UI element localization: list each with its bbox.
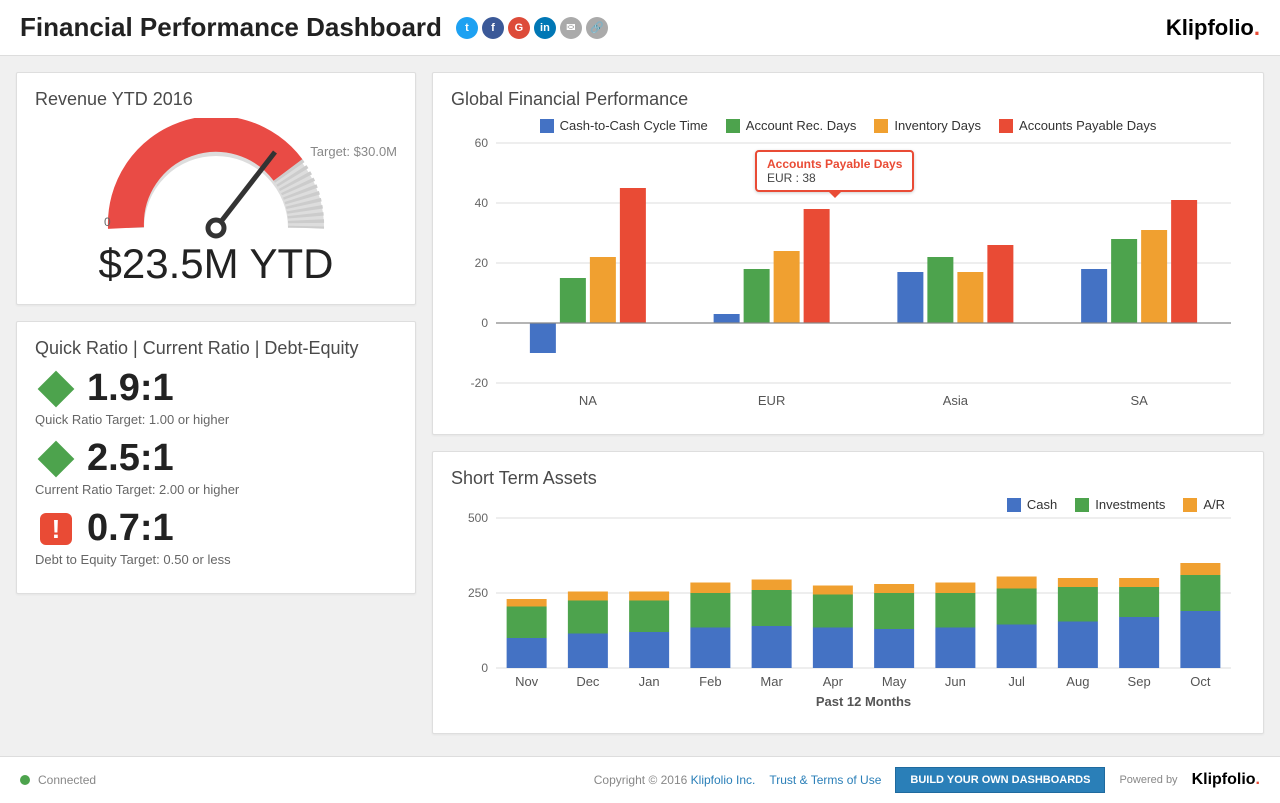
- svg-text:EUR: EUR: [758, 393, 785, 408]
- legend-item[interactable]: Cash: [1007, 497, 1057, 512]
- card-title: Quick Ratio | Current Ratio | Debt-Equit…: [35, 338, 397, 359]
- sta-card: Short Term Assets Cash Investments A/R 0 25…: [432, 451, 1264, 734]
- svg-text:20: 20: [475, 256, 489, 270]
- quick-ratio-note: Quick Ratio Target: 1.00 or higher: [35, 412, 397, 427]
- email-icon[interactable]: ✉: [560, 17, 582, 39]
- debt-equity-note: Debt to Equity Target: 0.50 or less: [35, 552, 397, 567]
- debt-equity-value: 0.7:1: [87, 507, 174, 550]
- alert-icon: !: [35, 508, 77, 550]
- legend-item[interactable]: Cash-to-Cash Cycle Time: [540, 118, 708, 133]
- link-icon[interactable]: 🔗: [586, 17, 608, 39]
- linkedin-icon[interactable]: in: [534, 17, 556, 39]
- facebook-icon[interactable]: f: [482, 17, 504, 39]
- gauge-target: Target: $30.0M: [310, 144, 397, 159]
- svg-text:SA: SA: [1130, 393, 1148, 408]
- sta-chart[interactable]: 0 250 500 Nov Dec Jan Feb Mar Apr May Jun Jul Aug Sep…: [451, 512, 1241, 712]
- svg-text:May: May: [882, 674, 907, 689]
- ratios-card: Quick Ratio | Current Ratio | Debt-Equit…: [16, 321, 416, 594]
- header: Financial Performance Dashboard t f G in…: [0, 0, 1280, 56]
- connection-status: Connected: [38, 773, 96, 787]
- diamond-icon: [35, 368, 77, 410]
- card-title: Short Term Assets: [451, 468, 1245, 489]
- svg-text:60: 60: [475, 136, 489, 150]
- current-ratio-value: 2.5:1: [87, 437, 174, 480]
- svg-text:Aug: Aug: [1066, 674, 1089, 689]
- svg-text:-20: -20: [471, 376, 489, 390]
- revenue-gauge: 0: [66, 118, 366, 248]
- revenue-card: Revenue YTD 2016 0 Target: $30.0M $23.5M…: [16, 72, 416, 305]
- svg-text:40: 40: [475, 196, 489, 210]
- debt-equity-row: ! 0.7:1: [35, 507, 397, 550]
- svg-text:250: 250: [468, 586, 488, 600]
- powered-by-text: Powered by: [1119, 774, 1177, 786]
- svg-text:Apr: Apr: [823, 674, 844, 689]
- svg-text:500: 500: [468, 512, 488, 525]
- copyright-text: Copyright © 2016 Klipfolio Inc.: [594, 773, 756, 787]
- svg-text:Sep: Sep: [1128, 674, 1151, 689]
- build-dashboards-button[interactable]: BUILD YOUR OWN DASHBOARDS: [895, 767, 1105, 793]
- current-ratio-row: 2.5:1: [35, 437, 397, 480]
- svg-text:0: 0: [481, 316, 488, 330]
- quick-ratio-value: 1.9:1: [87, 367, 174, 410]
- svg-text:Oct: Oct: [1190, 674, 1211, 689]
- gauge-zero: 0: [104, 215, 111, 229]
- twitter-icon[interactable]: t: [456, 17, 478, 39]
- legend-item[interactable]: Accounts Payable Days: [999, 118, 1156, 133]
- svg-text:!: !: [52, 514, 61, 544]
- legend-item[interactable]: Investments: [1075, 497, 1165, 512]
- sta-legend: Cash Investments A/R: [451, 497, 1245, 512]
- svg-text:Dec: Dec: [576, 674, 600, 689]
- card-title: Revenue YTD 2016: [35, 89, 397, 110]
- legend-item[interactable]: Inventory Days: [874, 118, 981, 133]
- current-ratio-note: Current Ratio Target: 2.00 or higher: [35, 482, 397, 497]
- svg-text:Asia: Asia: [943, 393, 969, 408]
- brand-logo: Klipfolio.: [1166, 15, 1260, 41]
- quick-ratio-row: 1.9:1: [35, 367, 397, 410]
- card-title: Global Financial Performance: [451, 89, 1245, 110]
- svg-text:Nov: Nov: [515, 674, 539, 689]
- footer-logo: Klipfolio.: [1192, 771, 1260, 789]
- gfp-chart[interactable]: -20 0 20 40 60 NA EUR Asia SA: [451, 133, 1241, 413]
- svg-text:Mar: Mar: [760, 674, 783, 689]
- legend-item[interactable]: Account Rec. Days: [726, 118, 857, 133]
- diamond-icon: [35, 438, 77, 480]
- legend-item[interactable]: A/R: [1183, 497, 1225, 512]
- googleplus-icon[interactable]: G: [508, 17, 530, 39]
- svg-text:Past 12 Months: Past 12 Months: [816, 694, 911, 709]
- status-dot-icon: [20, 775, 30, 785]
- svg-text:0: 0: [481, 661, 488, 675]
- svg-text:Jun: Jun: [945, 674, 966, 689]
- footer: Connected Copyright © 2016 Klipfolio Inc…: [0, 756, 1280, 803]
- terms-link[interactable]: Trust & Terms of Use: [769, 773, 881, 787]
- svg-text:Jul: Jul: [1008, 674, 1025, 689]
- klipfolio-link[interactable]: Klipfolio Inc.: [691, 773, 756, 787]
- svg-text:Feb: Feb: [699, 674, 721, 689]
- svg-text:Jan: Jan: [639, 674, 660, 689]
- svg-text:NA: NA: [579, 393, 597, 408]
- gfp-card: Global Financial Performance Cash-to-Cas…: [432, 72, 1264, 435]
- gfp-legend: Cash-to-Cash Cycle Time Account Rec. Days…: [451, 118, 1245, 133]
- revenue-value: $23.5M YTD: [99, 240, 334, 288]
- social-share: t f G in ✉ 🔗: [456, 17, 608, 39]
- page-title: Financial Performance Dashboard: [20, 12, 442, 43]
